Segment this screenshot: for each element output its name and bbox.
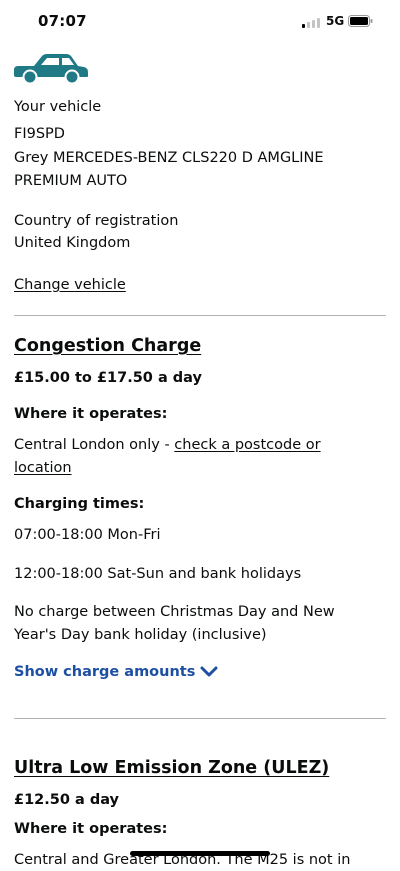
congestion-where-text: Central London only - check a postcode o… xyxy=(14,434,321,456)
signal-icon xyxy=(302,16,322,28)
congestion-where-label: Central London only - xyxy=(14,437,175,453)
congestion-charge-title[interactable]: Congestion Charge xyxy=(14,336,201,356)
change-vehicle-link[interactable]: Change vehicle xyxy=(14,274,126,296)
charging-times-heading: Charging times: xyxy=(14,496,145,512)
home-indicator[interactable] xyxy=(130,851,270,856)
vehicle-registration: FI9SPD xyxy=(14,126,65,142)
ulez-where-heading: Where it operates: xyxy=(14,821,168,837)
status-time: 07:07 xyxy=(38,12,87,30)
ulez-price: £12.50 a day xyxy=(14,792,120,808)
congestion-where-heading: Where it operates: xyxy=(14,406,168,422)
divider xyxy=(14,718,386,719)
network-label: 5G xyxy=(326,14,345,28)
vehicle-description-line2: PREMIUM AUTO xyxy=(14,173,128,189)
show-charge-amounts-label: Show charge amounts xyxy=(14,664,196,680)
christmas-note-line2: Year's Day bank holiday (inclusive) xyxy=(14,627,267,643)
country-heading: Country of registration xyxy=(14,213,179,229)
car-icon xyxy=(14,54,88,84)
status-bar: 07:07 5G xyxy=(0,0,400,44)
country-value: United Kingdom xyxy=(14,235,131,251)
ulez-title[interactable]: Ultra Low Emission Zone (ULEZ) xyxy=(14,758,329,778)
your-vehicle-heading: Your vehicle xyxy=(14,99,102,115)
charging-time-weekend: 12:00-18:00 Sat-Sun and bank holidays xyxy=(14,566,302,582)
charging-time-weekday: 07:00-18:00 Mon-Fri xyxy=(14,527,161,543)
show-charge-amounts-button[interactable]: Show charge amounts xyxy=(14,664,219,680)
congestion-price: £15.00 to £17.50 a day xyxy=(14,370,202,386)
chevron-down-icon xyxy=(200,666,218,677)
check-postcode-link-cont[interactable]: location xyxy=(14,457,72,479)
divider xyxy=(14,315,386,316)
check-postcode-link[interactable]: check a postcode or xyxy=(174,437,320,453)
battery-icon xyxy=(348,15,373,27)
christmas-note-line1: No charge between Christmas Day and New xyxy=(14,604,335,620)
vehicle-description-line1: Grey MERCEDES-BENZ CLS220 D AMGLINE xyxy=(14,150,324,166)
